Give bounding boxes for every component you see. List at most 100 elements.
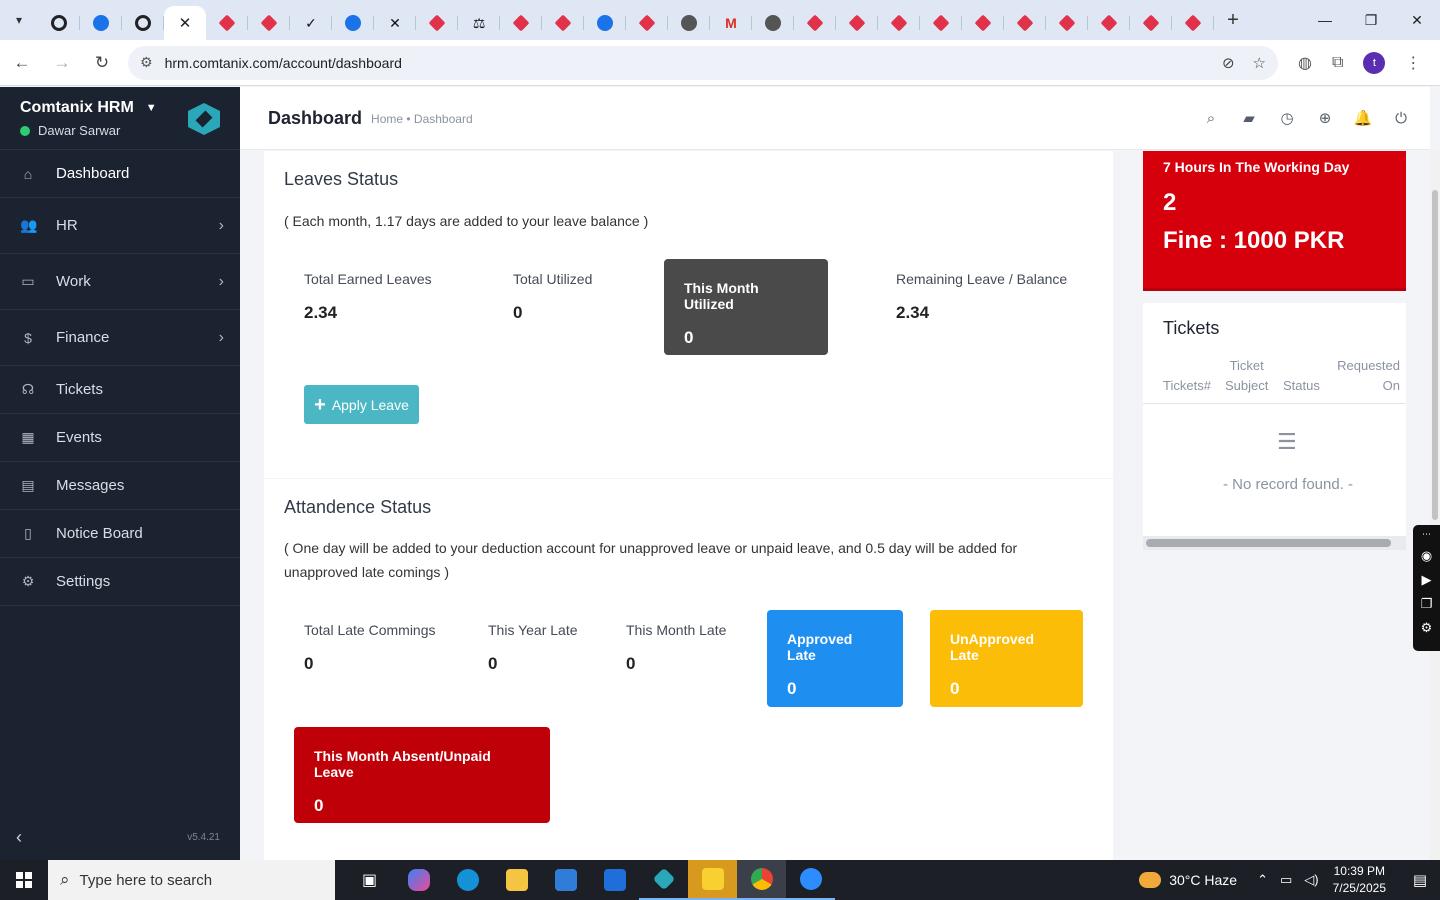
close-tab-icon[interactable]: ✕ [179,14,192,32]
video-camera-icon[interactable]: ▶ [1422,572,1432,588]
close-window-icon[interactable]: ✕ [1394,0,1440,40]
apply-leave-button[interactable]: + Apply Leave [304,385,419,424]
add-circle-icon[interactable]: ⊕ [1316,109,1334,127]
breadcrumb[interactable]: Home • Dashboard [371,112,473,126]
settings-gear-icon[interactable]: ⚙ [1421,620,1433,636]
sidebar-item-label: Tickets [56,381,103,398]
browser-tab[interactable]: ✓ [290,7,332,39]
search-icon[interactable]: ⌕ [1202,109,1220,127]
url-text[interactable]: hrm.comtanix.com/account/dashboard [165,55,402,71]
sidebar-item-events[interactable]: ▦ Events [0,414,240,462]
minimize-icon[interactable]: — [1302,0,1348,40]
column-header-status[interactable]: Status [1283,376,1320,396]
site-settings-icon[interactable]: ⚙ [140,54,153,71]
tickets-horizontal-scrollbar[interactable] [1143,536,1406,550]
browser-tab[interactable]: ⚖ [458,7,500,39]
browser-tab[interactable] [920,7,962,39]
sidebar-item-hr[interactable]: 👥 HR › [0,198,240,254]
sidebar-item-tickets[interactable]: ☊ Tickets [0,366,240,414]
column-header-requested-on[interactable]: Requested On [1334,356,1400,396]
bookmark-star-icon[interactable]: ☆ [1253,54,1266,72]
chevron-up-icon[interactable]: ⌃ [1257,872,1268,888]
browser-tab[interactable] [1088,7,1130,39]
mail-icon[interactable] [590,860,639,900]
column-header-tickets-number[interactable]: Tickets# [1163,376,1211,396]
browser-tab[interactable] [878,7,920,39]
volume-icon[interactable]: ◁) [1304,872,1318,888]
browser-tab[interactable] [1172,7,1214,39]
browser-tab[interactable]: ✕ [374,7,416,39]
browser-tab[interactable] [626,7,668,39]
new-tab-button[interactable]: + [1214,0,1252,40]
profile-avatar[interactable]: t [1363,51,1386,74]
sidebar-item-settings[interactable]: ⚙ Settings [0,558,240,606]
network-icon[interactable]: ▭ [1280,872,1292,888]
browser-tab[interactable] [962,7,1004,39]
browser-tab-active[interactable]: ✕ [164,6,206,40]
copilot-icon[interactable] [394,860,443,900]
browser-tab[interactable] [584,7,626,39]
browser-tab[interactable] [1046,7,1088,39]
sidebar-item-finance[interactable]: $ Finance › [0,310,240,366]
zoom-icon[interactable] [786,860,835,900]
hrm-favicon-icon [890,14,908,32]
edge-icon[interactable] [443,860,492,900]
file-explorer-icon[interactable] [492,860,541,900]
browser-tab[interactable] [1004,7,1046,39]
sidebar-item-messages[interactable]: ▤ Messages [0,462,240,510]
more-options-icon[interactable]: ⋯ [1422,529,1431,540]
extensions-puzzle-icon[interactable]: ⧉ [1332,54,1343,72]
browser-tab[interactable] [80,7,122,39]
collapse-sidebar-icon[interactable]: ‹ [16,827,22,848]
taskbar-clock[interactable]: 10:39 PM 7/25/2025 [1333,863,1386,897]
browser-tab[interactable] [1130,7,1172,39]
sidebar-item-dashboard[interactable]: ⌂ Dashboard [0,150,240,198]
start-button[interactable] [0,860,48,900]
weather-widget[interactable]: 30°C Haze [1139,872,1237,888]
camera-icon[interactable]: ◉ [1421,548,1432,564]
page-vertical-scrollbar[interactable] [1430,150,1440,860]
bell-icon[interactable]: 🔔 [1354,109,1373,127]
task-view-icon[interactable]: ▣ [345,860,394,900]
window-copy-icon[interactable]: ❐ [1421,596,1433,612]
store-icon[interactable] [541,860,590,900]
sticky-notes-icon[interactable] [688,860,737,900]
browser-tab[interactable] [836,7,878,39]
browser-tab[interactable] [38,7,80,39]
forward-arrow-icon[interactable]: → [44,45,80,81]
column-header-ticket-subject[interactable]: Ticket Subject [1225,356,1268,396]
power-icon[interactable]: ⏻ [1392,109,1410,127]
translate-icon[interactable]: ◍ [1298,53,1312,73]
browser-tab[interactable] [248,7,290,39]
sticky-note-icon[interactable]: ▰ [1240,109,1258,127]
reload-icon[interactable]: ↻ [84,45,120,81]
scrollbar-thumb[interactable] [1146,539,1391,547]
sidebar-item-notice-board[interactable]: ▯ Notice Board [0,510,240,558]
scrollbar-thumb[interactable] [1432,190,1438,520]
address-bar[interactable]: ⚙ hrm.comtanix.com/account/dashboard ⊘ ☆ [128,45,1278,80]
browser-tab[interactable]: M [710,7,752,39]
tab-search-chevron-icon[interactable]: ▾ [0,0,38,40]
browser-tab[interactable] [332,7,374,39]
chrome-icon[interactable] [737,860,786,900]
browser-tab[interactable] [206,7,248,39]
clock-icon[interactable]: ◷ [1278,109,1296,127]
browser-tab[interactable] [416,7,458,39]
browser-tab[interactable] [122,7,164,39]
sidebar-item-work[interactable]: ▭ Work › [0,254,240,310]
notification-center-icon[interactable]: ▤ [1400,860,1440,900]
wave-favicon-icon [93,15,109,31]
browser-tab[interactable] [542,7,584,39]
list-check-icon: ☰ [1277,429,1297,454]
browser-tab[interactable] [668,7,710,39]
browser-menu-icon[interactable]: ⋮ [1405,53,1421,73]
browser-tab[interactable] [794,7,836,39]
back-arrow-icon[interactable]: ← [4,45,40,81]
eye-off-icon[interactable]: ⊘ [1222,54,1235,72]
browser-tab[interactable] [752,7,794,39]
chevron-down-icon[interactable]: ▼ [146,102,157,114]
taskbar-search[interactable]: ⌕ Type here to search [48,860,335,900]
hrm-app-icon[interactable] [639,860,688,900]
restore-icon[interactable]: ❐ [1348,0,1394,40]
browser-tab[interactable] [500,7,542,39]
